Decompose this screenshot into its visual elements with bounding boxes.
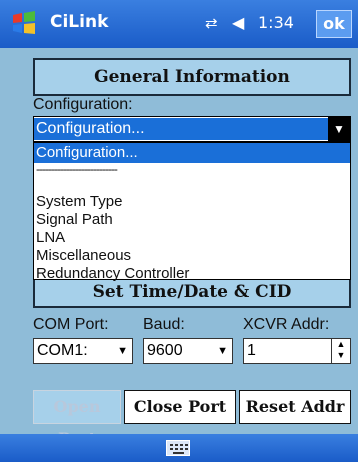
- dropdown-item-miscellaneous[interactable]: Miscellaneous: [34, 247, 350, 265]
- xcvr-addr-label: XCVR Addr:: [243, 316, 330, 333]
- soft-keyboard-bar: [0, 434, 358, 462]
- configuration-dropdown-list[interactable]: Configuration... -----------------------…: [33, 142, 351, 283]
- baud-value: 9600: [147, 342, 183, 359]
- baud-label: Baud:: [143, 316, 185, 333]
- title-bar: CiLink ⇄ ◀ 1:34 ok: [0, 0, 358, 48]
- chevron-down-icon[interactable]: ▼: [117, 339, 128, 363]
- clock[interactable]: 1:34: [258, 13, 294, 32]
- spin-arrows-icon[interactable]: ▲ ▼: [331, 339, 350, 363]
- chevron-down-icon[interactable]: ▼: [217, 339, 228, 363]
- configuration-selected-value: Configuration...: [34, 118, 350, 140]
- chevron-down-icon[interactable]: ▼: [328, 117, 350, 141]
- ok-button[interactable]: ok: [316, 10, 352, 38]
- configuration-label: Configuration:: [33, 96, 133, 113]
- dropdown-item-system-type[interactable]: System Type: [34, 193, 350, 211]
- com-port-value: COM1:: [37, 342, 88, 359]
- reset-addr-button[interactable]: Reset Addr: [239, 390, 351, 424]
- close-port-button[interactable]: Close Port: [124, 390, 236, 424]
- xcvr-addr-value: 1: [247, 342, 256, 359]
- windows-flag-icon[interactable]: [10, 9, 38, 37]
- open-port-button[interactable]: Open Port: [33, 390, 121, 448]
- dropdown-item-lna[interactable]: LNA: [34, 229, 350, 247]
- network-icon[interactable]: ⇄: [205, 14, 218, 32]
- xcvr-addr-stepper[interactable]: 1 ▲ ▼: [243, 338, 351, 364]
- volume-icon[interactable]: ◀: [232, 13, 244, 33]
- dropdown-item-signal-path[interactable]: Signal Path: [34, 211, 350, 229]
- baud-select[interactable]: 9600 ▼: [143, 338, 233, 364]
- keyboard-icon[interactable]: [166, 440, 190, 456]
- app-title: CiLink: [50, 12, 109, 32]
- com-port-select[interactable]: COM1: ▼: [33, 338, 133, 364]
- com-port-label: COM Port:: [33, 316, 109, 333]
- configuration-combo[interactable]: Configuration... ▼: [33, 116, 351, 142]
- general-information-button[interactable]: General Information: [33, 58, 351, 96]
- dropdown-item-configuration[interactable]: Configuration...: [34, 143, 350, 163]
- dropdown-item-redundancy-controller[interactable]: Redundancy Controller: [34, 265, 350, 283]
- dropdown-separator: ---------------------------: [36, 162, 118, 176]
